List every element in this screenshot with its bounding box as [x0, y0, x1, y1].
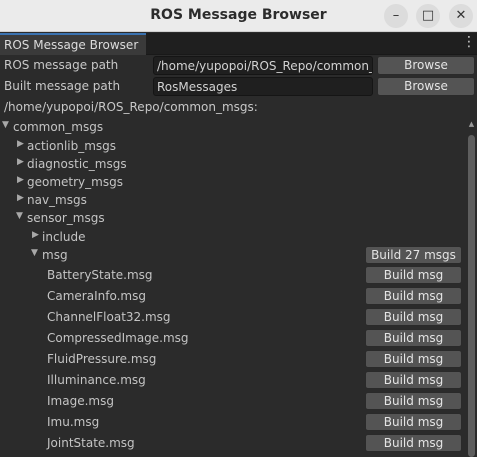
build-msg-button[interactable]: Build msg [365, 329, 462, 347]
minimize-icon[interactable]: – [384, 4, 408, 28]
tree-file-channel-float32[interactable]: ChannelFloat32.msg Build msg [0, 307, 466, 328]
collapse-arrow-icon[interactable]: ▶ [17, 157, 27, 167]
msg-file-label: BatteryState.msg [47, 268, 153, 282]
build-msg-button[interactable]: Build msg [365, 308, 462, 326]
tree-node-label: sensor_msgs [27, 211, 105, 225]
tree-node-sensor-msgs[interactable]: ▼ sensor_msgs [0, 208, 466, 229]
built-message-path-row: Built message path RosMessages Browse [0, 76, 477, 97]
ros-message-path-label: ROS message path [4, 58, 119, 72]
tab-ros-message-browser[interactable]: ROS Message Browser [0, 33, 146, 55]
maximize-icon[interactable]: □ [416, 4, 440, 28]
tree-node-label: nav_msgs [27, 193, 87, 207]
ros-message-path-row: ROS message path /home/yupopoi/ROS_Repo/… [0, 55, 477, 76]
msg-file-label: ChannelFloat32.msg [47, 310, 171, 324]
tree-node-label: diagnostic_msgs [27, 157, 127, 171]
tree-node-label: actionlib_msgs [27, 139, 117, 153]
tree-node-label: common_msgs [13, 120, 104, 134]
msg-file-label: Imu.msg [47, 415, 100, 429]
msg-file-label: Illuminance.msg [47, 373, 146, 387]
tree-file-camera-info[interactable]: CameraInfo.msg Build msg [0, 286, 466, 307]
tree-file-fluid-pressure[interactable]: FluidPressure.msg Build msg [0, 349, 466, 370]
built-message-path-label: Built message path [4, 79, 121, 93]
msg-file-label: FluidPressure.msg [47, 352, 157, 366]
build-msg-button[interactable]: Build msg [365, 350, 462, 368]
package-tree: ▼ common_msgs ▶ actionlib_msgs ▶ diagnos… [0, 117, 466, 457]
browse-built-message-path-button[interactable]: Browse [377, 77, 475, 96]
tree-scrollbar[interactable]: ▲ [466, 117, 477, 457]
tree-file-image[interactable]: Image.msg Build msg [0, 391, 466, 412]
build-msg-button[interactable]: Build msg [365, 371, 462, 389]
msg-file-label: CompressedImage.msg [47, 331, 189, 345]
tree-file-battery-state[interactable]: BatteryState.msg Build msg [0, 265, 466, 286]
tree-node-label: msg [42, 248, 68, 262]
build-msg-button[interactable]: Build msg [365, 392, 462, 410]
expand-arrow-icon[interactable]: ▼ [16, 211, 26, 221]
close-icon[interactable]: ✕ [449, 4, 473, 28]
tree-file-joint-state[interactable]: JointState.msg Build msg [0, 433, 466, 454]
build-msg-button[interactable]: Build msg [365, 413, 462, 431]
built-message-path-field[interactable]: RosMessages [153, 77, 373, 96]
more-options-icon[interactable]: ⋮ [462, 35, 476, 51]
tree-node-label: geometry_msgs [27, 175, 123, 189]
msg-file-label: JointState.msg [47, 436, 135, 450]
scroll-up-icon[interactable]: ▲ [467, 120, 476, 128]
collapse-arrow-icon[interactable]: ▶ [17, 175, 27, 185]
msg-file-label: Image.msg [47, 394, 114, 408]
tree-file-illuminance[interactable]: Illuminance.msg Build msg [0, 370, 466, 391]
build-msg-button[interactable]: Build msg [365, 434, 462, 452]
browse-ros-message-path-button[interactable]: Browse [377, 56, 475, 75]
collapse-arrow-icon[interactable]: ▶ [17, 139, 27, 149]
ros-message-path-field[interactable]: /home/yupopoi/ROS_Repo/common_m [153, 56, 373, 75]
expand-arrow-icon[interactable]: ▼ [31, 248, 41, 258]
tree-file-compressed-image[interactable]: CompressedImage.msg Build msg [0, 328, 466, 349]
collapse-arrow-icon[interactable]: ▶ [17, 193, 27, 203]
tab-bar: ROS Message Browser ⋮ [0, 33, 477, 55]
build-msg-button[interactable]: Build msg [365, 287, 462, 305]
tree-file-imu[interactable]: Imu.msg Build msg [0, 412, 466, 433]
build-all-msgs-button[interactable]: Build 27 msgs [365, 246, 462, 264]
window-titlebar: ROS Message Browser – □ ✕ [0, 0, 477, 32]
build-msg-button[interactable]: Build msg [365, 266, 462, 284]
tree-node-msg[interactable]: ▼ msg Build 27 msgs [0, 245, 466, 266]
tree-node-common-msgs[interactable]: ▼ common_msgs [0, 117, 466, 138]
current-path-label: /home/yupopoi/ROS_Repo/common_msgs: [4, 100, 258, 114]
tree-node-label: include [42, 230, 86, 244]
collapse-arrow-icon[interactable]: ▶ [32, 230, 42, 240]
expand-arrow-icon[interactable]: ▼ [2, 120, 12, 130]
scrollbar-thumb[interactable] [468, 135, 475, 457]
msg-file-label: CameraInfo.msg [47, 289, 146, 303]
